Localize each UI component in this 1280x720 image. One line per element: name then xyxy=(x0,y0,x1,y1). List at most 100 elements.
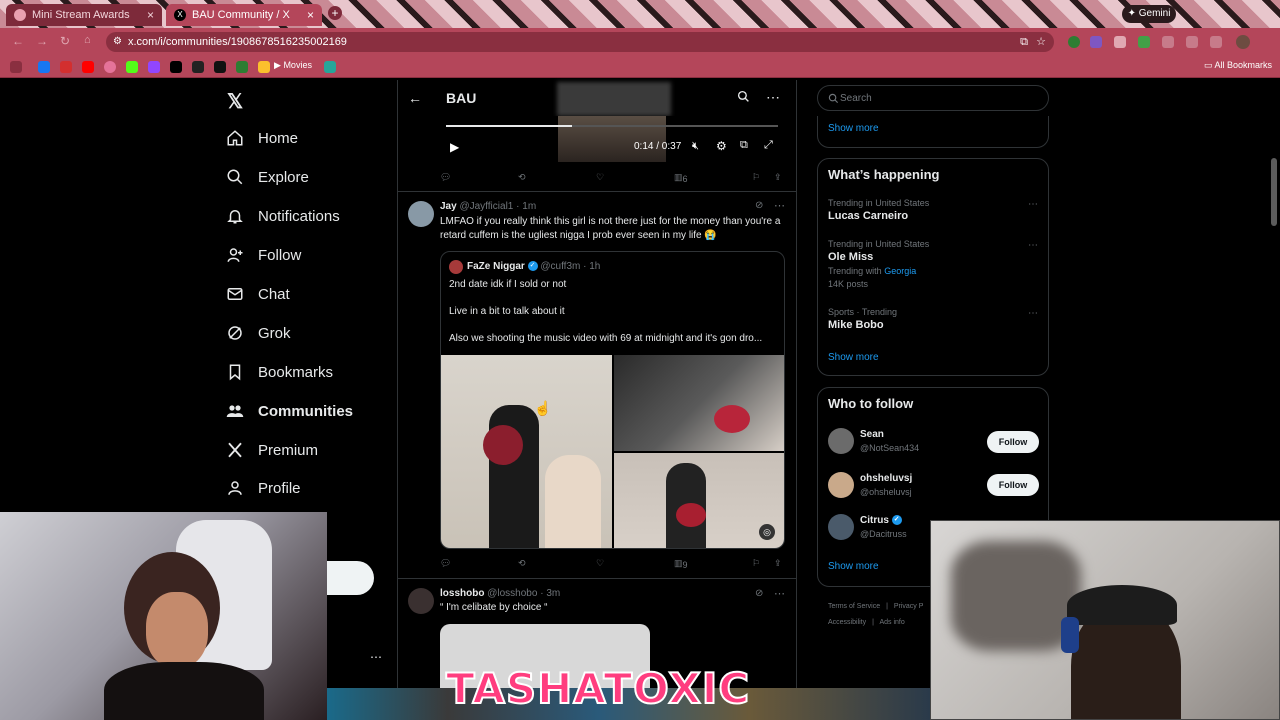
more-options-icon[interactable]: ⋯ xyxy=(766,89,780,106)
quote-image[interactable] xyxy=(614,355,784,451)
show-more-link[interactable]: Show more xyxy=(828,352,879,363)
media-alt-icon[interactable]: ◎ xyxy=(759,524,775,540)
bookmark-red-icon[interactable] xyxy=(60,61,72,73)
twitch-icon[interactable] xyxy=(148,61,160,73)
trend-more-icon[interactable]: ⋯ xyxy=(1028,199,1038,210)
extension-icon[interactable] xyxy=(1162,36,1174,48)
extension-icon[interactable] xyxy=(1138,36,1150,48)
trend-extra-link[interactable]: Georgia xyxy=(884,266,916,276)
all-bookmarks[interactable]: ▭ All Bookmarks xyxy=(1204,60,1272,71)
post-more-icon[interactable]: ⋯ xyxy=(774,587,785,600)
extension-icon[interactable] xyxy=(1210,36,1222,48)
install-icon[interactable]: ⧉ xyxy=(1020,32,1028,52)
grok-explain-icon[interactable]: ⊘ xyxy=(755,588,763,599)
post-button[interactable] xyxy=(326,561,374,595)
avatar[interactable] xyxy=(408,201,434,227)
quoted-post[interactable]: FaZe Niggar ✓ @cuff3m · 1h 2nd date idk … xyxy=(440,251,785,549)
extension-icon[interactable] xyxy=(1068,36,1080,48)
follow-suggestion[interactable]: ohsheluvsj @ohsheluvsj xyxy=(828,472,978,500)
bookmark-multi-icon[interactable] xyxy=(258,61,270,73)
bookmark-icon[interactable]: ⚐ xyxy=(752,558,760,569)
scrollbar[interactable] xyxy=(1271,158,1277,226)
nav-chat[interactable]: Chat xyxy=(226,279,290,309)
show-more-link[interactable]: Show more xyxy=(828,123,879,134)
follow-button[interactable]: Follow xyxy=(987,431,1039,453)
nav-notifications[interactable]: Notifications xyxy=(226,201,340,231)
footer-link[interactable]: Ads info xyxy=(879,619,904,626)
share-icon[interactable]: ⇪ xyxy=(774,172,782,183)
new-tab-button[interactable]: + xyxy=(328,6,342,20)
apps-icon[interactable] xyxy=(10,61,22,73)
site-info-icon[interactable]: ⚙ xyxy=(113,32,122,52)
repost-icon[interactable]: ⟲ xyxy=(518,172,526,183)
tab-mini-stream-awards[interactable]: Mini Stream Awards × xyxy=(6,4,162,26)
video-player[interactable]: ▶ 0:14 / 0:37 🔇︎ ⚙ ⧉ ⤢ xyxy=(440,116,784,162)
footer-link[interactable]: Accessibility xyxy=(828,619,866,626)
views-icon[interactable]: ▥ 9 xyxy=(674,558,688,570)
grok-explain-icon[interactable]: ⊘ xyxy=(755,200,763,211)
like-icon[interactable]: ♡ xyxy=(596,558,604,569)
avatar[interactable] xyxy=(408,588,434,614)
follow-button[interactable]: Follow xyxy=(987,474,1039,496)
nav-communities[interactable]: Communities xyxy=(226,396,353,426)
post-more-icon[interactable]: ⋯ xyxy=(774,199,785,212)
home-browser-icon[interactable]: ⌂ xyxy=(84,34,91,46)
nav-explore[interactable]: Explore xyxy=(226,162,309,192)
bookmark-teal-icon[interactable] xyxy=(324,61,336,73)
gemini-button[interactable]: ✦ Gemini xyxy=(1122,5,1176,23)
movies-bookmark[interactable]: ▶ Movies xyxy=(274,60,312,71)
nav-home[interactable]: Home xyxy=(226,123,298,153)
youtube-icon[interactable] xyxy=(82,61,94,73)
url-bar[interactable]: ⚙ x.com/i/communities/190867851623500216… xyxy=(106,32,1054,52)
back-arrow-icon[interactable]: ← xyxy=(12,34,24,48)
close-tab-icon[interactable]: × xyxy=(307,8,314,22)
trend-more-icon[interactable]: ⋯ xyxy=(1028,240,1038,251)
search-icon[interactable] xyxy=(737,90,750,103)
like-icon[interactable]: ♡ xyxy=(596,172,604,183)
bookmark-green-icon[interactable] xyxy=(236,61,248,73)
settings-gear-icon[interactable]: ⚙ xyxy=(716,139,727,153)
trend-item[interactable]: Trending in United States Ole Miss Trend… xyxy=(828,239,1040,293)
x-logo[interactable]: 𝕏 xyxy=(227,89,243,114)
post-time[interactable]: 3m xyxy=(546,588,560,599)
share-icon[interactable]: ⇪ xyxy=(774,558,782,569)
bookmark-pink-icon[interactable] xyxy=(104,61,116,73)
nav-follow[interactable]: Follow xyxy=(226,240,301,270)
nav-bookmarks[interactable]: Bookmarks xyxy=(226,357,333,387)
trend-more-icon[interactable]: ⋯ xyxy=(1028,308,1038,319)
trend-item[interactable]: Sports · Trending Mike Bobo ⋯ xyxy=(828,307,1040,337)
extension-icon[interactable] xyxy=(1114,36,1126,48)
author-handle[interactable]: @losshobo xyxy=(487,588,537,599)
pip-icon[interactable]: ⧉ xyxy=(740,139,748,152)
bookmark-diamond-icon[interactable] xyxy=(214,61,226,73)
author-name[interactable]: Jay xyxy=(440,201,457,212)
post-time[interactable]: 1m xyxy=(522,201,536,212)
follow-suggestion[interactable]: Sean @NotSean434 xyxy=(828,428,978,456)
tab-bau-community[interactable]: X BAU Community / X × xyxy=(166,4,322,26)
close-tab-icon[interactable]: × xyxy=(147,8,154,22)
search-input[interactable]: Search xyxy=(817,85,1049,111)
reload-icon[interactable]: ↻ xyxy=(60,34,70,48)
play-icon[interactable]: ▶ xyxy=(450,140,459,154)
facebook-icon[interactable] xyxy=(38,61,50,73)
profile-avatar-icon[interactable] xyxy=(1236,35,1250,49)
video-progress-track[interactable] xyxy=(446,125,778,127)
back-arrow-icon[interactable]: ← xyxy=(408,90,422,106)
repost-icon[interactable]: ⟲ xyxy=(518,558,526,569)
forward-arrow-icon[interactable]: → xyxy=(36,34,48,48)
reply-icon[interactable]: 💬︎ xyxy=(440,172,451,183)
fullscreen-icon[interactable]: ⤢ xyxy=(764,139,773,152)
author-name[interactable]: losshobo xyxy=(440,588,484,599)
footer-link[interactable]: Terms of Service xyxy=(828,603,880,610)
account-menu-dots-icon[interactable]: ⋯ xyxy=(370,650,382,664)
nav-profile[interactable]: Profile xyxy=(226,473,301,503)
extension-icon[interactable] xyxy=(1090,36,1102,48)
trend-item[interactable]: Trending in United States Lucas Carneiro… xyxy=(828,198,1040,228)
extension-icon[interactable] xyxy=(1186,36,1198,48)
reply-icon[interactable]: 💬︎ xyxy=(440,558,451,569)
author-handle[interactable]: @Jayfficial1 xyxy=(459,201,513,212)
mute-icon[interactable]: 🔇︎ xyxy=(692,140,699,153)
nav-premium[interactable]: Premium xyxy=(226,435,318,465)
nav-grok[interactable]: Grok xyxy=(226,318,291,348)
footer-link[interactable]: Privacy P xyxy=(894,603,924,610)
